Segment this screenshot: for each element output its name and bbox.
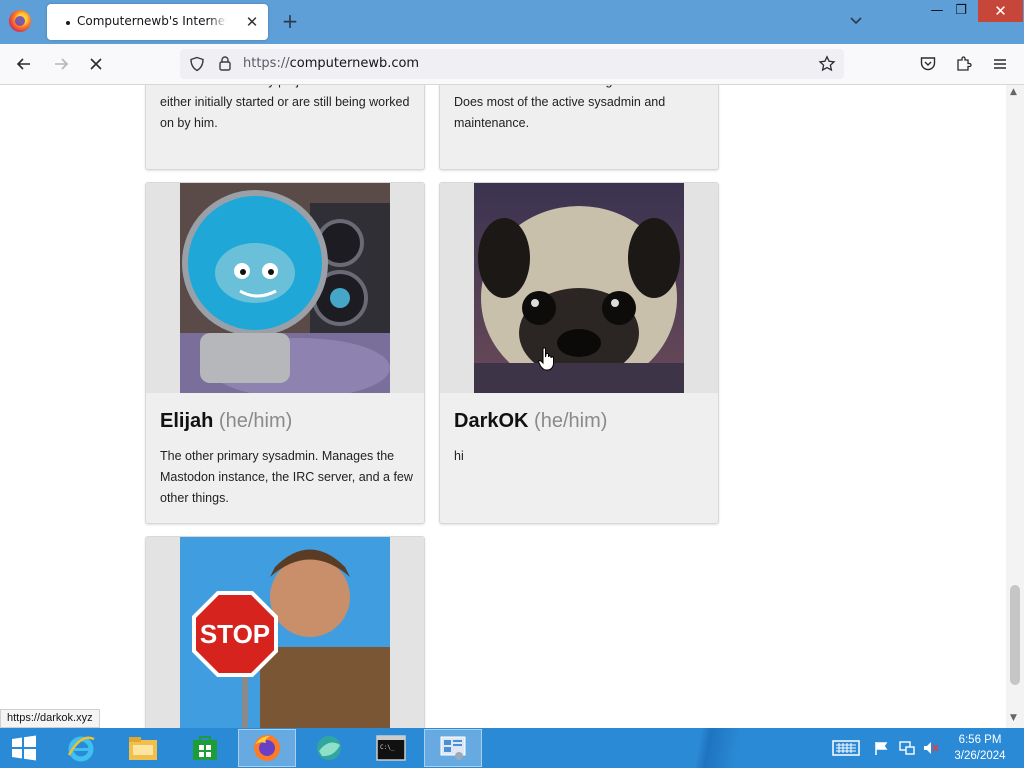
profile-card-elijah: Elijah (he/him) The other primary sysadm… bbox=[145, 182, 425, 524]
file-explorer-icon bbox=[129, 737, 157, 760]
scroll-down-icon[interactable]: ▼ bbox=[1010, 713, 1017, 723]
extensions-button[interactable] bbox=[952, 52, 976, 76]
url-bar[interactable]: https://computernewb.com bbox=[180, 49, 844, 79]
taskbar-firefox[interactable] bbox=[238, 729, 296, 767]
close-window-button[interactable]: ✕ bbox=[978, 0, 1023, 22]
profile-name: Elijah (he/him) bbox=[160, 410, 293, 432]
stop-sign-text: STOP bbox=[200, 619, 270, 649]
taskbar-file-explorer[interactable] bbox=[114, 729, 172, 767]
app-menu-button[interactable] bbox=[988, 52, 1012, 76]
puzzle-piece-icon bbox=[957, 56, 972, 71]
stop-x-icon bbox=[90, 58, 102, 70]
tab-title: Computernewb's Internet Pub bbox=[77, 14, 227, 28]
page-scrollbar[interactable]: ▲ ▼ bbox=[1006, 85, 1024, 728]
profile-bio: hi bbox=[454, 449, 464, 463]
tab-computernewb[interactable]: Computernewb's Internet Pub ✕ bbox=[47, 4, 268, 40]
tab-close-icon[interactable]: ✕ bbox=[242, 12, 262, 32]
browser-titlebar: Computernewb's Internet Pub ✕ + — ❐ ✕ bbox=[0, 0, 1024, 44]
profile-card: alive at least half of the things on thi… bbox=[439, 85, 719, 170]
windows-logo-icon bbox=[12, 735, 36, 761]
profile-pronouns: (he/him) bbox=[534, 410, 608, 432]
scroll-up-icon[interactable]: ▲ bbox=[1010, 87, 1017, 97]
taskbar-store[interactable] bbox=[176, 729, 234, 767]
profile-bio: The other primary sysadmin. Manages the … bbox=[160, 449, 413, 505]
windows-taskbar: C:\_ 6:56 PM 3/26/2024 bbox=[0, 728, 1024, 768]
profile-image-frame bbox=[146, 183, 424, 393]
clock-time: 6:56 PM bbox=[958, 734, 1002, 746]
profile-card: runs the show. Many projects on this sit… bbox=[145, 85, 425, 170]
action-center-flag-icon[interactable] bbox=[874, 741, 888, 756]
tab-loading-indicator bbox=[66, 21, 70, 25]
restore-button[interactable]: ❐ bbox=[946, 0, 976, 22]
bookmark-star-icon[interactable] bbox=[818, 55, 836, 73]
elijah-avatar-image bbox=[180, 183, 390, 393]
stop-sign-man-image: STOP bbox=[180, 537, 390, 728]
start-button[interactable] bbox=[0, 729, 48, 767]
taskbar-internet-explorer[interactable] bbox=[52, 729, 110, 767]
lock-icon[interactable] bbox=[217, 55, 233, 72]
hand-pointer-cursor-icon bbox=[538, 347, 554, 371]
new-tab-button[interactable]: + bbox=[280, 10, 300, 32]
status-link-preview: https://darkok.xyz bbox=[0, 709, 100, 728]
profile-card: STOP bbox=[145, 536, 425, 728]
profile-name: DarkOK (he/him) bbox=[454, 410, 608, 432]
taskbar-command-prompt[interactable]: C:\_ bbox=[362, 729, 420, 767]
forward-arrow-icon bbox=[55, 58, 69, 70]
stop-loading-button[interactable] bbox=[84, 52, 108, 76]
taskbar-clock[interactable]: 6:56 PM 3/26/2024 bbox=[944, 732, 1016, 764]
darkok-pug-image[interactable] bbox=[474, 183, 684, 393]
internet-explorer-icon bbox=[67, 736, 95, 762]
tracking-protection-shield-icon[interactable] bbox=[189, 56, 205, 72]
scrollbar-thumb[interactable] bbox=[1010, 585, 1020, 685]
profile-bio: runs the show. Many projects on this sit… bbox=[160, 85, 416, 130]
hamburger-menu-icon bbox=[994, 59, 1006, 69]
forward-button[interactable] bbox=[49, 52, 73, 76]
navigation-toolbar: https://computernewb.com bbox=[0, 44, 1024, 85]
control-panel-icon bbox=[440, 736, 466, 760]
command-prompt-icon: C:\_ bbox=[376, 735, 406, 761]
firefox-icon bbox=[254, 735, 280, 761]
profile-card-darkok[interactable]: DarkOK (he/him) hi bbox=[439, 182, 719, 524]
pocket-icon bbox=[920, 57, 936, 71]
svg-text:C:\_: C:\_ bbox=[380, 744, 395, 751]
taskbar-browser[interactable] bbox=[300, 729, 358, 767]
profile-image-frame bbox=[440, 183, 718, 393]
list-all-tabs-icon[interactable] bbox=[848, 12, 868, 32]
pocket-button[interactable] bbox=[916, 52, 940, 76]
profile-pronouns: (he/him) bbox=[218, 410, 293, 432]
profile-bio: alive at least half of the things on thi… bbox=[454, 85, 685, 130]
volume-muted-icon[interactable] bbox=[922, 740, 940, 756]
url-text[interactable]: https://computernewb.com bbox=[243, 56, 419, 71]
touch-keyboard-icon[interactable] bbox=[832, 740, 860, 756]
browser-icon bbox=[317, 736, 341, 760]
back-button[interactable] bbox=[12, 52, 36, 76]
back-arrow-icon bbox=[16, 58, 30, 70]
taskbar-control-panel[interactable] bbox=[424, 729, 482, 767]
store-icon bbox=[193, 736, 217, 760]
page-content: runs the show. Many projects on this sit… bbox=[0, 85, 1006, 728]
firefox-menu-icon[interactable] bbox=[9, 10, 31, 32]
network-icon[interactable] bbox=[898, 740, 916, 756]
profile-image-frame: STOP bbox=[146, 537, 424, 728]
clock-date: 3/26/2024 bbox=[954, 750, 1006, 762]
